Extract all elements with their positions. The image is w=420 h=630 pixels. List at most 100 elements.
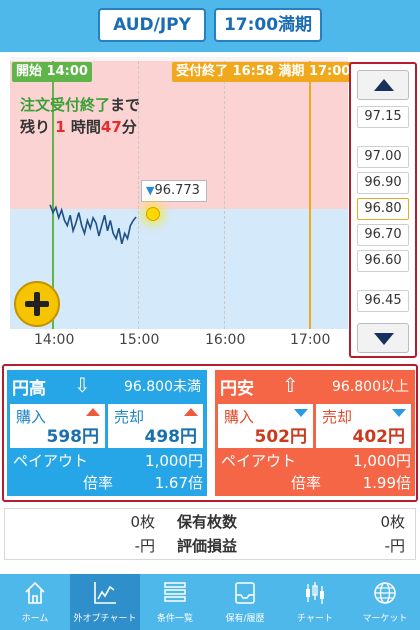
triangle-up-icon [374,79,394,91]
price-tick[interactable]: 97.00 [357,146,409,168]
tab-holdings-history[interactable]: 保有/履歴 [210,574,280,630]
arrow-down-icon: ⇩ [74,373,91,397]
notice-minutes: 47 [100,118,122,136]
list-icon [164,582,186,602]
tab-chart-label: チャート [297,614,333,624]
payout-label: ペイアウト [13,452,89,470]
price-up-icon [86,408,100,416]
pl-yen-down: -円 [384,537,405,555]
tab-conditions[interactable]: 条件一覧 [140,574,210,630]
yen-down-title: 円安 [220,379,254,399]
sell-price: 402円 [352,427,406,447]
holdings-count-row: 0枚 保有枚数 0枚 [5,511,417,535]
globe-icon [374,582,396,604]
yen-up-buy-button[interactable]: 購入 598円 [10,404,105,448]
price-down-icon [392,409,406,417]
current-price-box: ▼96.773 [141,180,207,202]
tray-icon [235,582,255,604]
end-time-tag: 受付終了 16:58 満期 17:00 [172,62,355,82]
notice-remaining-text: 残り [20,118,56,136]
pl-yen-up: -円 [134,537,155,555]
payout-label: ペイアウト [221,452,297,470]
yen-down-sell-button[interactable]: 売却 402円 [316,404,411,448]
count-label: 保有枚数 [177,513,238,531]
count-yen-down: 0枚 [380,513,405,531]
notice-hours: 1 [55,118,66,136]
price-scale: 97.15 97.00 96.90 96.80 96.70 96.60 96.4… [349,62,417,358]
scale-down-button[interactable] [357,323,409,353]
bottom-tab-bar: ホーム 外オプチャート 条件一覧 保有/履歴 チャート マーケット [0,574,420,630]
notice-minutes-unit: 分 [121,118,137,136]
rate-value: 1.99倍 [362,474,411,492]
sell-price: 498円 [144,427,198,447]
trade-panels: 円高 ⇩ 96.800未満 購入 598円 売却 498円 ペイアウト 1,00… [2,364,418,502]
yen-up-sell-button[interactable]: 売却 498円 [108,404,203,448]
start-time-tag: 開始 14:00 [12,62,92,82]
buy-price: 598円 [46,427,100,447]
currency-pair-button[interactable]: AUD/JPY [98,8,206,42]
scale-up-button[interactable] [357,70,409,100]
arrow-up-icon: ⇧ [282,373,299,397]
x-label-16: 16:00 [205,332,246,348]
rate-value: 1.67倍 [154,474,203,492]
buy-price: 502円 [254,427,308,447]
rate-label: 倍率 [83,474,114,492]
sell-label: 売却 [114,408,145,426]
notice-deadline-text: 注文受付終了 [20,96,111,114]
yen-up-panel: 円高 ⇩ 96.800未満 購入 598円 売却 498円 ペイアウト 1,00… [7,370,207,496]
yen-down-threshold: 96.800以上 [332,379,409,395]
tab-home-label: ホーム [21,614,49,624]
x-label-15: 15:00 [119,332,160,348]
payout-value: 1,000円 [145,452,203,470]
yen-up-title: 円高 [12,379,46,399]
expiry-button[interactable]: 17:00満期 [214,8,322,42]
tab-holdings-history-label: 保有/履歴 [225,614,265,624]
tab-conditions-label: 条件一覧 [156,614,193,624]
candlestick-icon [306,582,324,604]
count-yen-up: 0枚 [130,513,155,531]
yen-up-header: 円高 ⇩ 96.800未満 [7,370,207,400]
tab-market-label: マーケット [362,614,408,624]
add-order-button[interactable] [14,281,60,327]
payout-row: ペイアウト 1,000円 [221,450,411,472]
price-tick[interactable]: 96.90 [357,172,409,194]
notice-hours-unit: 時間 [65,118,101,136]
yen-down-panel: 円安 ⇧ 96.800以上 購入 502円 売却 402円 ペイアウト 1,00… [215,370,415,496]
price-tick[interactable]: 96.60 [357,250,409,272]
header-bar: AUD/JPY 17:00満期 [0,0,420,52]
order-deadline-notice: 注文受付終了まで 残り 1 時間47分 [20,94,140,138]
tab-options-chart[interactable]: 外オプチャート [70,574,140,630]
tab-options-chart-label: 外オプチャート [73,614,137,624]
holdings-pl-row: -円 評価損益 -円 [5,535,417,559]
current-price-value: 96.773 [154,183,200,198]
yen-up-threshold: 96.800未満 [124,379,201,395]
triangle-down-icon [374,333,394,345]
rate-label: 倍率 [291,474,322,492]
holdings-summary: 0枚 保有枚数 0枚 -円 評価損益 -円 [4,508,416,560]
price-down-icon [294,409,308,417]
payout-row: ペイアウト 1,000円 [13,450,203,472]
tab-home[interactable]: ホーム [0,574,70,630]
yen-down-header: 円安 ⇧ 96.800以上 [215,370,415,400]
x-label-17: 17:00 [290,332,331,348]
price-series-line [49,204,137,245]
tab-market[interactable]: マーケット [350,574,420,630]
rate-row: 倍率 1.67倍 [13,472,203,494]
chart-icon [94,582,116,604]
yen-down-buy-button[interactable]: 購入 502円 [218,404,313,448]
price-up-icon [184,408,198,416]
tab-chart[interactable]: チャート [280,574,350,630]
sell-label: 売却 [322,408,353,426]
price-tick-selected[interactable]: 96.80 [357,198,409,220]
price-tick[interactable]: 96.70 [357,224,409,246]
price-tick[interactable]: 97.15 [357,106,409,128]
buy-label: 購入 [16,408,47,426]
buy-label: 購入 [224,408,255,426]
price-tick[interactable]: 96.45 [357,290,409,312]
pl-label: 評価損益 [177,537,238,555]
payout-value: 1,000円 [353,452,411,470]
notice-until-text: まで [110,96,141,114]
home-icon [25,581,45,604]
x-label-14: 14:00 [34,332,75,348]
current-price-dot [146,207,160,221]
